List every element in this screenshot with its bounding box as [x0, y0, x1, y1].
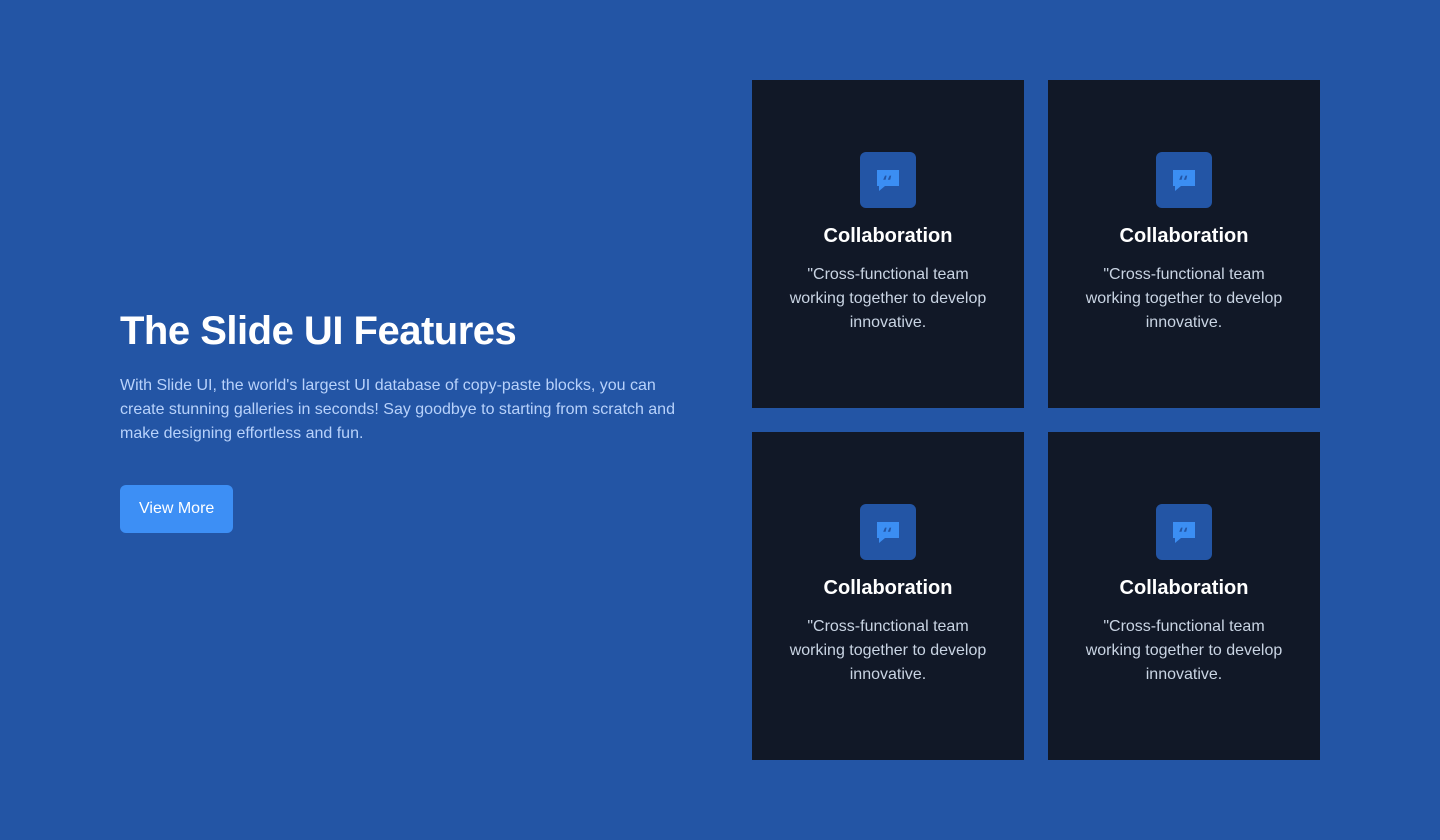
card-title: Collaboration: [1119, 225, 1249, 247]
feature-card: Collaboration "Cross-functional team wor…: [1048, 432, 1320, 760]
card-title: Collaboration: [823, 225, 953, 247]
card-description: "Cross-functional team working together …: [789, 618, 987, 683]
feature-icon-box: [1156, 152, 1212, 208]
feature-card: Collaboration "Cross-functional team wor…: [752, 80, 1024, 408]
hero-description: With Slide UI, the world's largest UI da…: [120, 377, 675, 442]
feature-card: Collaboration "Cross-functional team wor…: [752, 432, 1024, 760]
quote-bubble-icon: [877, 170, 899, 191]
quote-bubble-icon: [877, 522, 899, 543]
feature-icon-box: [860, 152, 916, 208]
card-title: Collaboration: [1119, 577, 1249, 599]
feature-cards-grid: Collaboration "Cross-functional team wor…: [752, 80, 1320, 760]
quote-bubble-icon: [1173, 522, 1195, 543]
card-description: "Cross-functional team working together …: [1085, 266, 1283, 331]
feature-icon-box: [860, 504, 916, 560]
hero-title: The Slide UI Features: [120, 309, 517, 353]
quote-bubble-icon: [1173, 170, 1195, 191]
card-description: "Cross-functional team working together …: [789, 266, 987, 331]
view-more-button[interactable]: View More: [120, 485, 234, 533]
card-title: Collaboration: [823, 577, 953, 599]
hero-section: The Slide UI Features With Slide UI, the…: [120, 306, 680, 533]
feature-icon-box: [1156, 504, 1212, 560]
feature-card: Collaboration "Cross-functional team wor…: [1048, 80, 1320, 408]
card-description: "Cross-functional team working together …: [1085, 618, 1283, 683]
